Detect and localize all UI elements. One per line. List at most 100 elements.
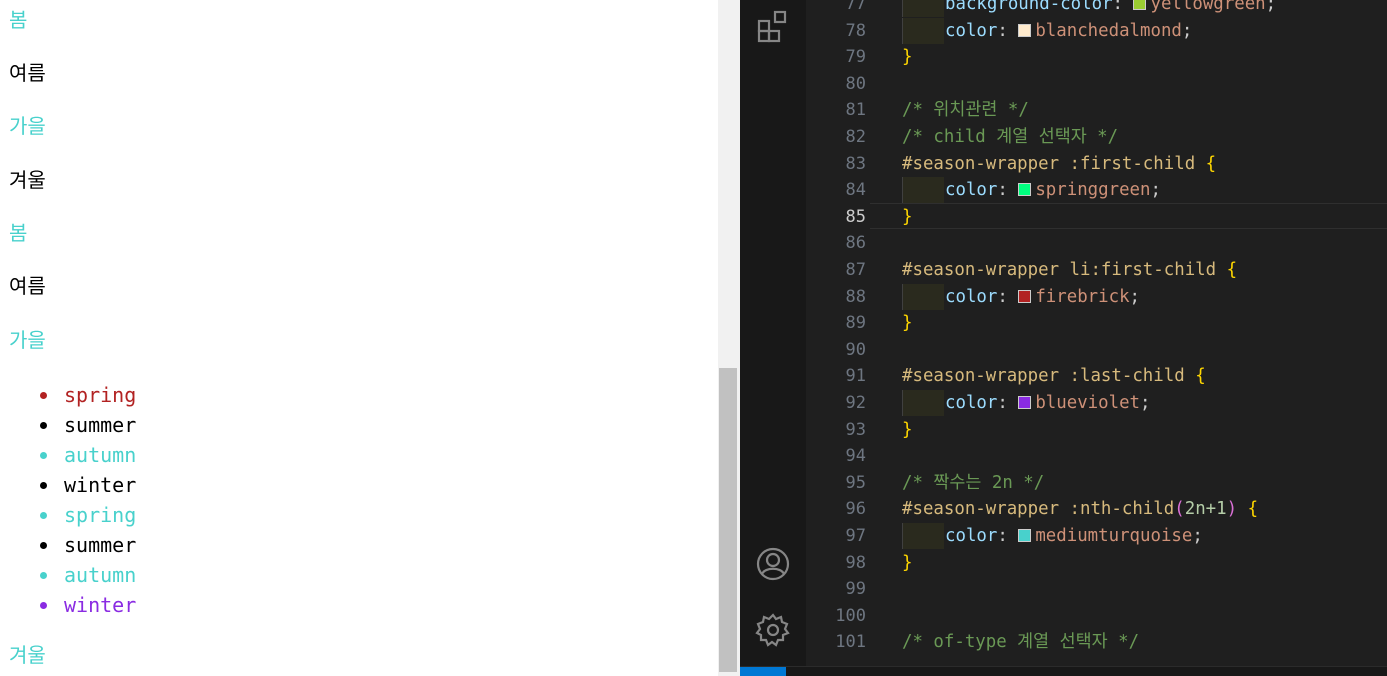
season-list-item: winter — [40, 470, 136, 500]
line-number: 77 — [845, 0, 866, 14]
season-paragraph: 겨울 — [9, 643, 46, 667]
line-number: 86 — [845, 233, 866, 253]
line-number: 99 — [845, 579, 866, 599]
brace: { — [1195, 366, 1206, 386]
code-comment: /* 짝수는 2n */ — [902, 473, 1045, 493]
code-line: } — [902, 550, 912, 576]
scrollbar-thumb[interactable] — [719, 368, 737, 672]
css-value: yellowgreen — [1150, 0, 1266, 14]
season-list-item: summer — [40, 410, 136, 440]
season-paragraph: 가을 — [9, 114, 46, 138]
line-number: 98 — [845, 553, 866, 573]
bullet-icon — [40, 602, 47, 609]
settings-gear-icon[interactable] — [755, 612, 791, 648]
browser-preview: 봄 여름 가을 겨울 봄 여름 가을 spring summer autumn win… — [0, 0, 718, 676]
bullet-icon — [40, 452, 47, 459]
code-line: } — [902, 310, 912, 336]
line-number: 95 — [845, 473, 866, 493]
colon: : — [997, 180, 1019, 200]
code-comment: /* child 계열 선택자 */ — [902, 127, 1119, 147]
semicolon: ; — [1181, 21, 1193, 41]
code-line: color: firebrick; — [945, 284, 1140, 310]
color-swatch-icon[interactable] — [1018, 24, 1032, 37]
color-swatch-icon[interactable] — [1133, 0, 1147, 10]
code-line: /* child 계열 선택자 */ — [902, 124, 1118, 150]
semicolon: ; — [1265, 0, 1277, 14]
season-paragraph: 여름 — [9, 61, 46, 85]
bullet-icon — [40, 482, 47, 489]
code-line: #season-wrapper :nth-child(2n+1) { — [902, 496, 1258, 522]
css-property: color — [945, 21, 998, 41]
season-list-item: autumn — [40, 560, 136, 590]
code-line: color: blanchedalmond; — [945, 18, 1192, 44]
css-property: background-color — [945, 0, 1113, 14]
line-number: 80 — [845, 74, 866, 94]
line-number: 83 — [845, 154, 866, 174]
line-number: 92 — [845, 393, 866, 413]
code-line: /* 짝수는 2n */ — [902, 470, 1044, 496]
remote-indicator[interactable] — [740, 667, 786, 676]
line-number-gutter: 77 78 79 80 81 82 83 84 85 86 87 88 89 90 91 92 93 94 95 96… — [806, 0, 870, 666]
line-number: 78 — [845, 21, 866, 41]
line-number: 79 — [845, 47, 866, 67]
season-list-item: spring — [40, 380, 136, 410]
code-line: } — [902, 44, 912, 70]
bullet-icon — [40, 542, 47, 549]
code-line: color: blueviolet; — [945, 390, 1151, 416]
line-number: 97 — [845, 526, 866, 546]
colon: : — [997, 393, 1019, 413]
colon: : — [1112, 0, 1134, 14]
season-list-item: spring — [40, 500, 136, 530]
code-line: background-color: yellowgreen; — [945, 0, 1276, 17]
css-selector: #season-wrapper li:first-child — [902, 260, 1217, 280]
season-list-item-label: spring — [64, 503, 137, 527]
brace: { — [1205, 154, 1217, 174]
line-number: 85 — [845, 207, 866, 227]
css-selector: #season-wrapper :last-child — [902, 366, 1185, 386]
status-bar — [740, 666, 1387, 676]
account-icon[interactable] — [755, 546, 791, 582]
paren: ) — [1226, 499, 1238, 519]
season-paragraph: 봄 — [9, 8, 28, 32]
color-swatch-icon[interactable] — [1018, 183, 1032, 196]
css-property: color — [945, 287, 998, 307]
line-number: 90 — [845, 340, 866, 360]
season-list-item-label: summer — [64, 533, 137, 557]
bullet-icon — [40, 392, 47, 399]
line-number: 84 — [845, 180, 866, 200]
season-list-item-label: autumn — [64, 563, 137, 587]
semicolon: ; — [1150, 180, 1161, 200]
css-property: color — [945, 180, 998, 200]
paren: ( — [1174, 499, 1185, 519]
css-property: color — [945, 393, 998, 413]
extensions-icon[interactable] — [755, 9, 791, 45]
bullet-icon — [40, 572, 47, 579]
selector-argument: 2n+1 — [1184, 499, 1227, 519]
code-line: #season-wrapper :first-child { — [902, 151, 1216, 177]
line-number: 88 — [845, 287, 866, 307]
code-line: #season-wrapper :last-child { — [902, 363, 1206, 389]
css-value: blanchedalmond — [1035, 21, 1182, 41]
semicolon: ; — [1129, 287, 1141, 307]
color-swatch-icon[interactable] — [1018, 529, 1032, 542]
season-list-item-label: winter — [64, 473, 137, 497]
code-line: } — [902, 204, 912, 230]
colon: : — [997, 21, 1019, 41]
season-paragraph: 겨울 — [9, 168, 46, 192]
line-number: 81 — [845, 100, 866, 120]
css-selector: #season-wrapper :first-child — [902, 154, 1196, 174]
code-area[interactable]: background-color: yellowgreen; color: bla… — [902, 0, 1387, 666]
css-value: mediumturquoise — [1035, 526, 1193, 546]
color-swatch-icon[interactable] — [1018, 396, 1032, 409]
code-comment: /* 위치관련 */ — [902, 100, 1029, 120]
code-comment: /* of-type 계열 선택자 */ — [902, 632, 1140, 652]
season-list-item: winter — [40, 590, 136, 620]
brace: { — [1247, 499, 1259, 519]
season-list-item-label: winter — [64, 593, 137, 617]
code-line: color: mediumturquoise; — [945, 523, 1203, 549]
color-swatch-icon[interactable] — [1018, 290, 1032, 303]
colon: : — [997, 526, 1019, 546]
css-selector: #season-wrapper :nth-child — [902, 499, 1175, 519]
